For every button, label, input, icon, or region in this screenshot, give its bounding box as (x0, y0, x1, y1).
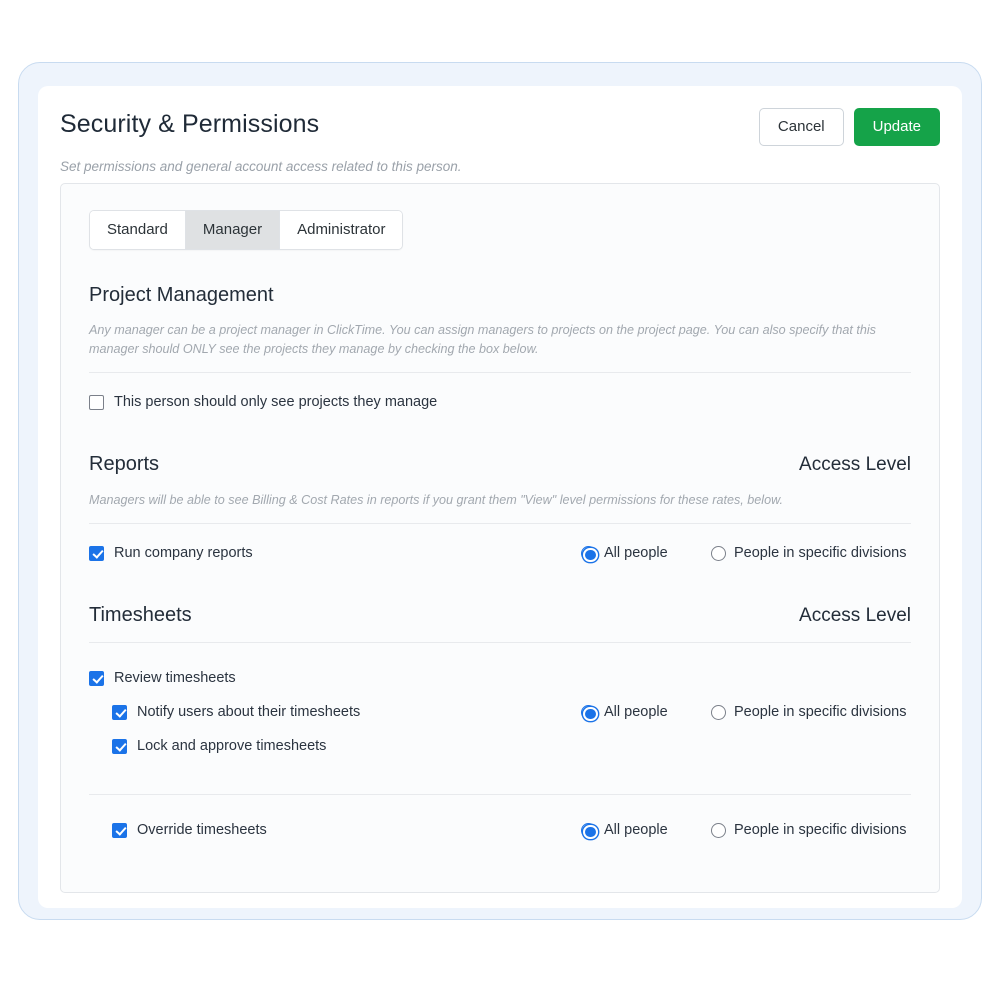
permissions-panel: Standard Manager Administrator Project M… (60, 183, 940, 893)
option-label: Notify users about their timesheets (137, 704, 361, 720)
section-title-timesheets: Timesheets (89, 604, 192, 626)
radio-label: People in specific divisions (734, 822, 907, 838)
option-label: Override timesheets (137, 822, 267, 838)
settings-card: Security & Permissions Set permissions a… (38, 86, 962, 908)
option-left: Lock and approve timesheets (89, 738, 911, 754)
role-tab-group: Standard Manager Administrator (89, 210, 404, 250)
radio-all-people-override[interactable] (581, 822, 598, 840)
radio-all-people-review[interactable] (581, 704, 598, 722)
access-level-label-timesheets: Access Level (799, 605, 911, 626)
access-level-radios-reports: All people People in specific divisions (581, 545, 911, 563)
checkbox-lock-and-approve[interactable] (112, 738, 127, 754)
timesheets-head: Timesheets Access Level (89, 602, 911, 629)
section-title-reports: Reports (89, 453, 160, 475)
radio-item-specific-divisions-reports[interactable]: People in specific divisions (711, 545, 906, 561)
card-header: Security & Permissions Set permissions a… (38, 86, 962, 183)
access-level-radios-review-timesheets: All people People in specific divisions (581, 704, 911, 722)
checkbox-override-timesheets[interactable] (112, 822, 127, 838)
radio-label: All people (604, 822, 668, 838)
radio-item-all-people-reports[interactable]: All people (581, 545, 711, 563)
reports-head: Reports Access Level (89, 451, 911, 478)
access-level-radios-override: All people People in specific divisions (581, 822, 911, 840)
section-timesheets: Timesheets Access Level Review timesheet… (89, 602, 911, 847)
section-reports: Reports Access Level Managers will be ab… (89, 451, 911, 570)
option-label: Lock and approve timesheets (137, 738, 327, 754)
option-row-only-managed-projects: This person should only see projects the… (89, 385, 911, 419)
option-row-lock-approve: Lock and approve timesheets (89, 729, 911, 763)
tab-administrator[interactable]: Administrator (280, 211, 403, 249)
section-project-management: Project Management Any manager can be a … (89, 282, 911, 419)
option-row-run-company-reports: Run company reports All people People in… (89, 536, 911, 570)
option-label: Run company reports (114, 545, 253, 561)
option-label: Review timesheets (114, 670, 236, 686)
tab-standard[interactable]: Standard (90, 211, 186, 249)
project-management-head: Project Management (89, 282, 911, 308)
radio-item-all-people-review[interactable]: All people (581, 704, 711, 722)
option-left: Review timesheets (89, 670, 911, 686)
radio-label: All people (604, 704, 668, 720)
checkbox-review-timesheets[interactable] (89, 670, 104, 686)
option-label: This person should only see projects the… (114, 394, 438, 410)
radio-label: People in specific divisions (734, 545, 907, 561)
radio-specific-divisions-review[interactable] (711, 704, 726, 720)
tab-manager[interactable]: Manager (185, 211, 281, 249)
header-actions: Cancel Update (758, 108, 940, 146)
option-left: This person should only see projects the… (89, 394, 911, 410)
radio-label: All people (604, 545, 668, 561)
section-title-project-management: Project Management (89, 284, 274, 306)
checkbox-only-managed-projects[interactable] (89, 394, 104, 410)
radio-item-specific-divisions-review[interactable]: People in specific divisions (711, 704, 906, 720)
option-row-review-timesheets: Review timesheets (89, 661, 911, 695)
cancel-button[interactable]: Cancel (758, 108, 844, 146)
radio-specific-divisions-override[interactable] (711, 822, 726, 838)
update-button[interactable]: Update (853, 108, 940, 146)
radio-item-specific-divisions-override[interactable]: People in specific divisions (711, 822, 906, 838)
checkbox-notify-users[interactable] (112, 704, 127, 720)
radio-label: People in specific divisions (734, 704, 907, 720)
option-row-notify-users: Notify users about their timesheets All … (89, 695, 911, 729)
option-left: Override timesheets (89, 822, 581, 838)
section-description-project-management: Any manager can be a project manager in … (89, 323, 876, 356)
access-level-label-reports: Access Level (799, 454, 911, 475)
option-left: Run company reports (89, 545, 581, 561)
page-subtitle: Set permissions and general account acce… (60, 159, 462, 174)
option-row-override-timesheets: Override timesheets All people People in… (89, 813, 911, 847)
checkbox-run-company-reports[interactable] (89, 545, 104, 561)
option-left: Notify users about their timesheets (89, 704, 581, 720)
section-description-reports: Managers will be able to see Billing & C… (89, 493, 783, 507)
radio-specific-divisions-reports[interactable] (711, 545, 726, 561)
radio-all-people-reports[interactable] (581, 545, 598, 563)
radio-item-all-people-override[interactable]: All people (581, 822, 711, 840)
